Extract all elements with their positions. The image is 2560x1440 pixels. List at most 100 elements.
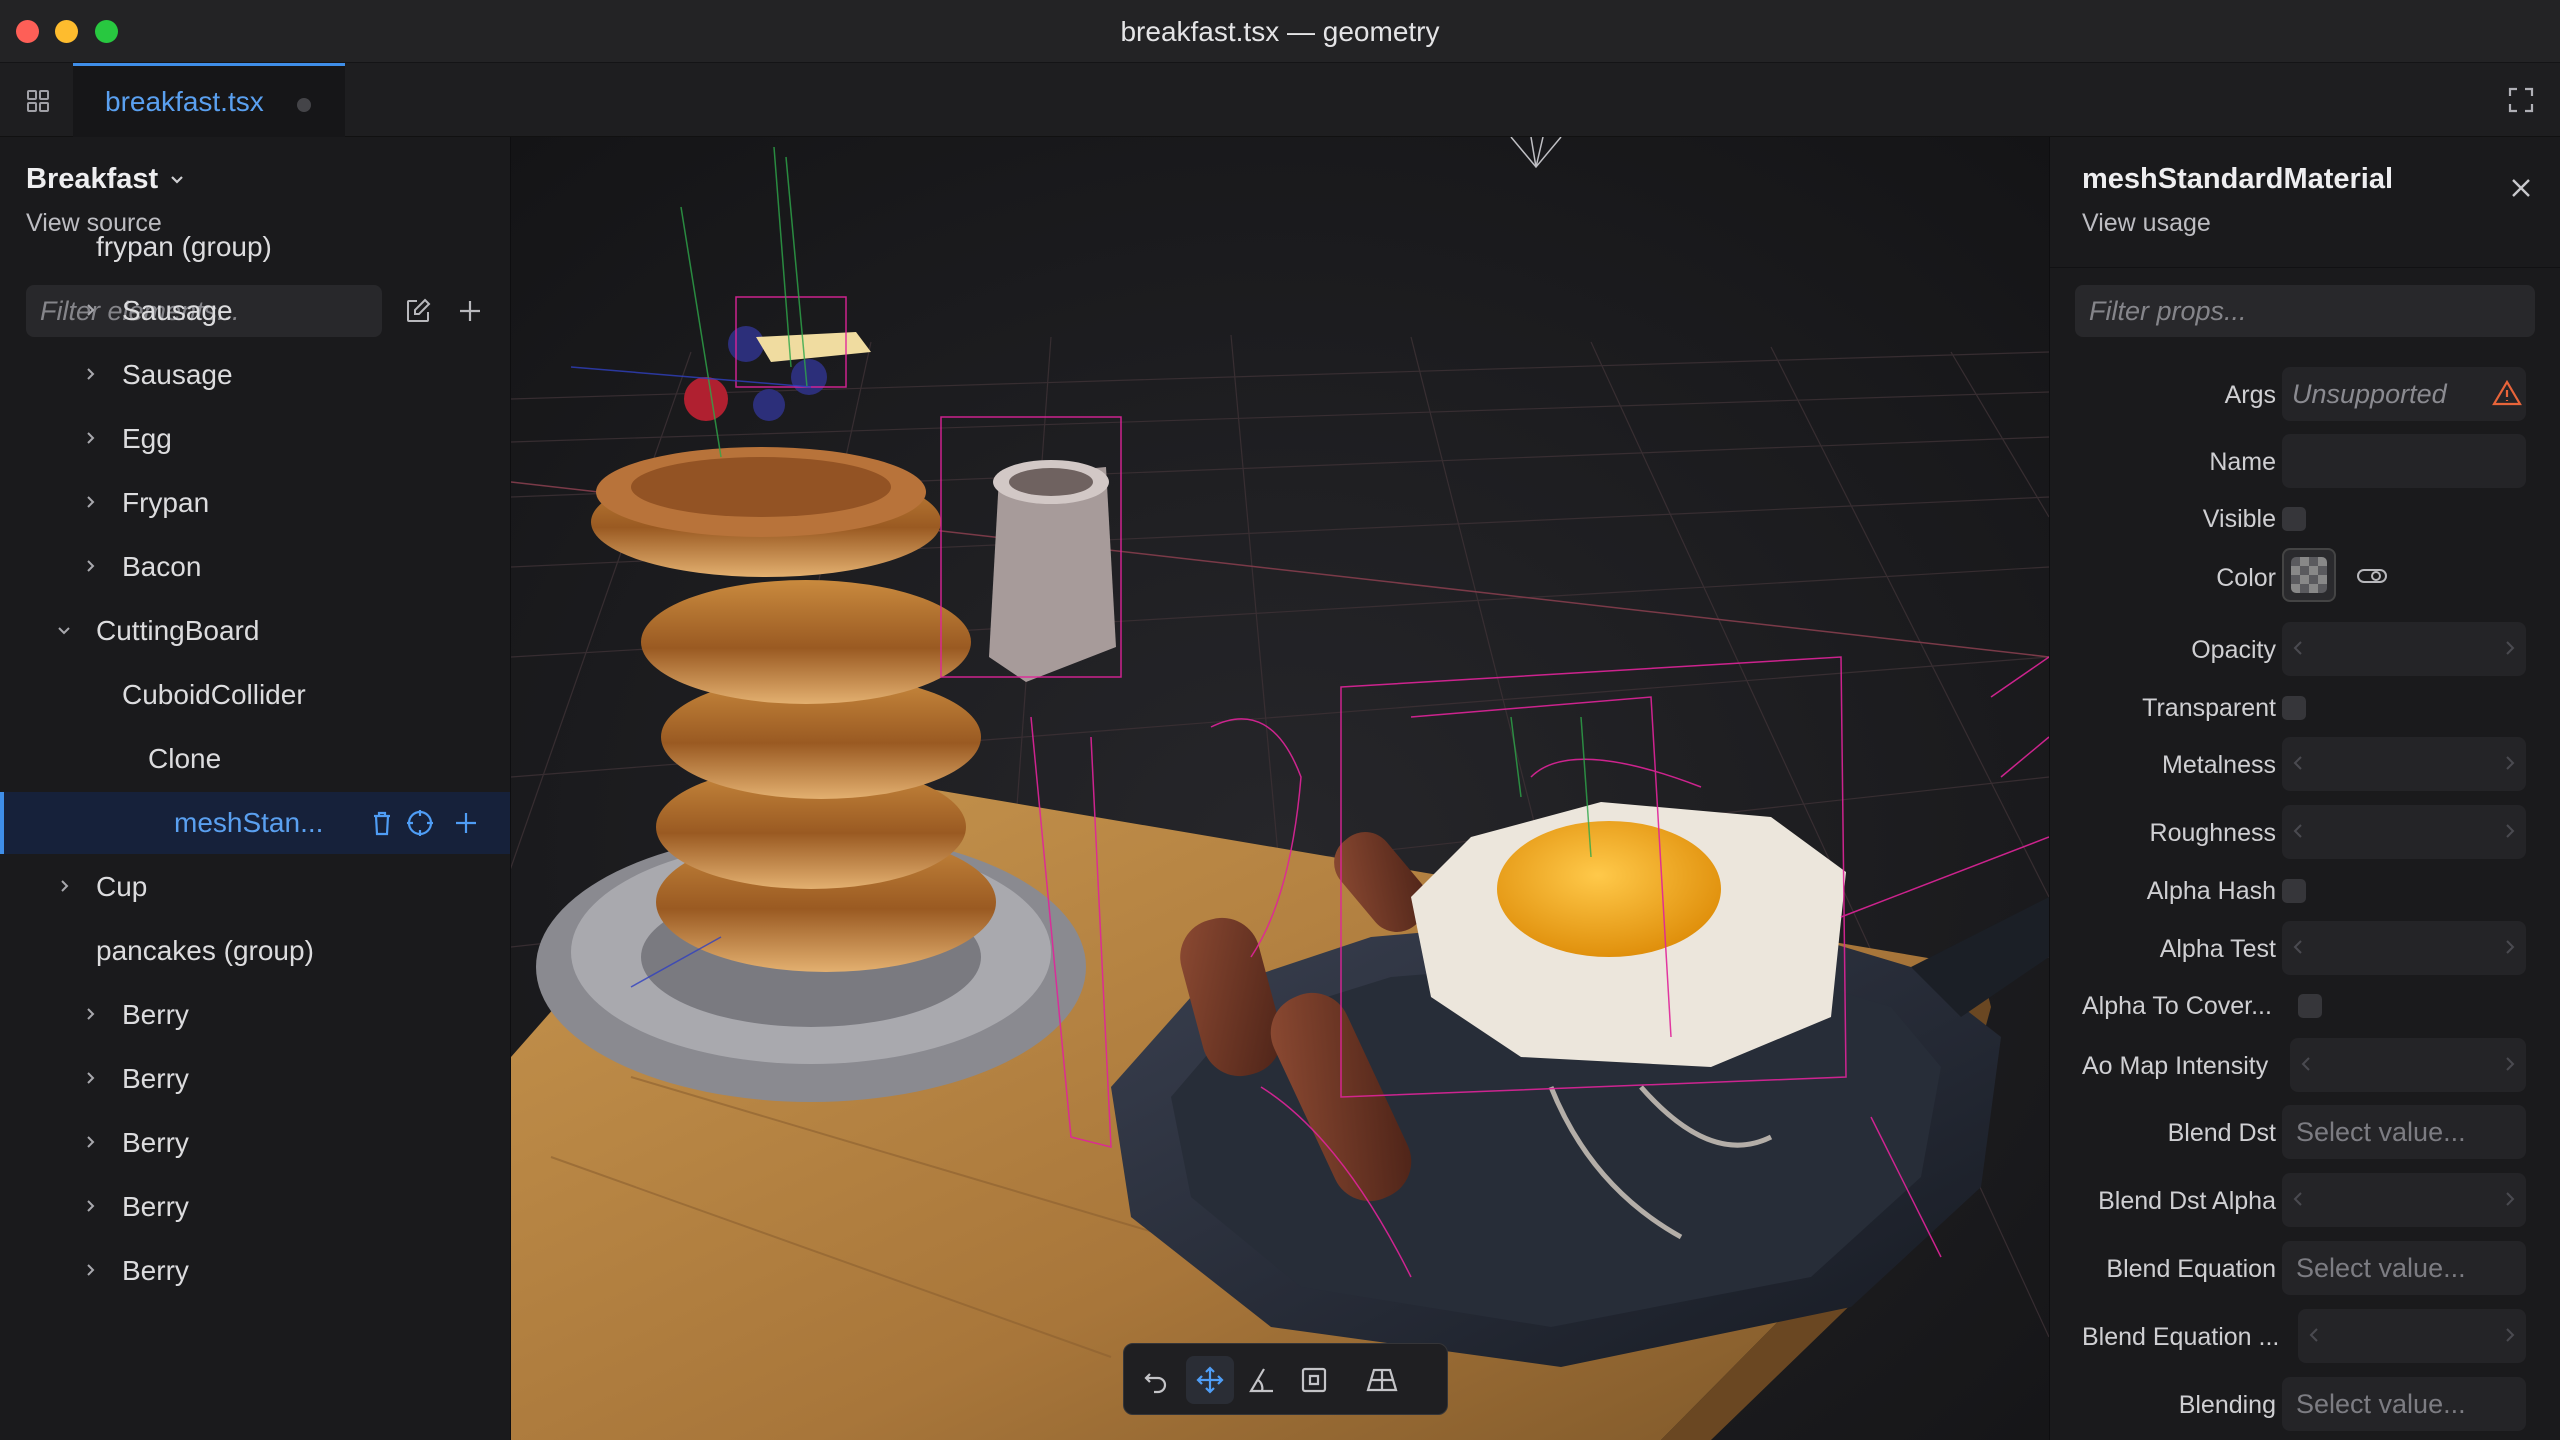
- scale-button[interactable]: [1290, 1356, 1338, 1404]
- tree-item-cuboidcollider[interactable]: CuboidCollider: [0, 664, 510, 726]
- chevron-right-icon[interactable]: [82, 1134, 98, 1150]
- blend-equation-number-input[interactable]: [2298, 1309, 2526, 1363]
- chevron-right-icon[interactable]: [82, 494, 98, 510]
- close-icon[interactable]: [2510, 177, 2532, 199]
- fullscreen-icon[interactable]: [2508, 87, 2534, 113]
- prop-label: Blend Equation: [2106, 1255, 2276, 1283]
- decrement-icon[interactable]: [2300, 1056, 2312, 1072]
- alpha-to-cover-checkbox[interactable]: [2298, 994, 2322, 1018]
- tree-item-egg[interactable]: Egg: [0, 408, 510, 470]
- blending-select[interactable]: Select value...: [2282, 1377, 2526, 1431]
- tab-breakfast-tsx[interactable]: breakfast.tsx: [73, 63, 345, 137]
- tree-item-berry[interactable]: Berry: [0, 1176, 510, 1238]
- increment-icon[interactable]: [2504, 1327, 2516, 1343]
- chevron-down-icon[interactable]: [56, 622, 72, 638]
- tree-item-cup[interactable]: Cup: [0, 856, 510, 918]
- blend-dst-alpha-number-input[interactable]: [2282, 1173, 2526, 1227]
- view-usage-link[interactable]: View usage: [2082, 209, 2211, 238]
- header-divider: [2050, 267, 2560, 268]
- chevron-right-icon[interactable]: [82, 1198, 98, 1214]
- tree-item-bacon[interactable]: Bacon: [0, 536, 510, 598]
- increment-icon[interactable]: [2504, 1056, 2516, 1072]
- alpha-hash-checkbox[interactable]: [2282, 879, 2306, 903]
- tree-item-label: Bacon: [122, 551, 202, 582]
- tree-item-berry[interactable]: Berry: [0, 984, 510, 1046]
- tree-item-frypan[interactable]: Frypan: [0, 472, 510, 534]
- tab-label: breakfast.tsx: [105, 86, 264, 117]
- chevron-right-icon[interactable]: [82, 1262, 98, 1278]
- chevron-right-icon[interactable]: [56, 878, 72, 894]
- chevron-right-icon[interactable]: [82, 1070, 98, 1086]
- target-icon[interactable]: [406, 809, 434, 837]
- tree-item-label: pancakes (group): [96, 935, 314, 966]
- viewport-3d[interactable]: [511, 137, 2049, 1440]
- blend-dst-select[interactable]: Select value...: [2282, 1105, 2526, 1159]
- tree-item-sausage[interactable]: Sausage: [0, 280, 510, 342]
- scene-title[interactable]: Breakfast: [26, 163, 158, 196]
- prop-blending: Blending Select value...: [2050, 1377, 2560, 1433]
- tree-item-label: Berry: [122, 1255, 189, 1286]
- title-bar: breakfast.tsx — geometry: [0, 0, 2560, 63]
- prop-args: Args Unsupported: [2050, 367, 2560, 423]
- tree-item-label: Cup: [96, 871, 148, 902]
- translate-button[interactable]: [1186, 1356, 1234, 1404]
- undo-button[interactable]: [1132, 1356, 1180, 1404]
- chevron-down-icon[interactable]: [168, 171, 186, 189]
- chevron-right-icon[interactable]: [82, 1006, 98, 1022]
- decrement-icon[interactable]: [2292, 755, 2304, 771]
- prop-label: Opacity: [2191, 636, 2276, 664]
- unsupported-text: Unsupported: [2292, 379, 2447, 409]
- grid-plane-button[interactable]: [1356, 1356, 1404, 1404]
- unsaved-dot-icon[interactable]: [297, 98, 311, 112]
- prop-label: Alpha Test: [2159, 935, 2276, 963]
- roughness-number-input[interactable]: [2282, 805, 2526, 859]
- transform-toolbar: [1123, 1343, 1448, 1415]
- chevron-right-icon[interactable]: [82, 366, 98, 382]
- filter-props-input[interactable]: [2075, 285, 2535, 337]
- decrement-icon[interactable]: [2292, 1191, 2304, 1207]
- transparent-checkbox[interactable]: [2282, 696, 2306, 720]
- tree-item-berry[interactable]: Berry: [0, 1240, 510, 1302]
- prop-label: Metalness: [2162, 751, 2276, 779]
- increment-icon[interactable]: [2504, 823, 2516, 839]
- alpha-test-number-input[interactable]: [2282, 921, 2526, 975]
- warning-icon: [2492, 379, 2522, 412]
- metalness-number-input[interactable]: [2282, 737, 2526, 791]
- tree-item-meshstan[interactable]: meshStan...: [0, 792, 510, 854]
- opacity-number-input[interactable]: [2282, 622, 2526, 676]
- trash-icon[interactable]: [368, 809, 396, 837]
- rotate-button[interactable]: [1238, 1356, 1286, 1404]
- tree-item-berry[interactable]: Berry: [0, 1048, 510, 1110]
- tree-item-berry[interactable]: Berry: [0, 1112, 510, 1174]
- decrement-icon[interactable]: [2292, 939, 2304, 955]
- visible-checkbox[interactable]: [2282, 507, 2306, 531]
- tree-item-pancakes-group[interactable]: pancakes (group): [0, 920, 510, 982]
- tree-item-label: Berry: [122, 1191, 189, 1222]
- decrement-icon[interactable]: [2308, 1327, 2320, 1343]
- increment-icon[interactable]: [2504, 755, 2516, 771]
- tree-item-cuttingboard[interactable]: CuttingBoard: [0, 600, 510, 662]
- apps-grid-icon[interactable]: [26, 89, 50, 113]
- color-swatch[interactable]: [2282, 548, 2336, 602]
- prop-label: Alpha Hash: [2146, 877, 2276, 905]
- ao-map-intensity-number-input[interactable]: [2290, 1038, 2526, 1092]
- link-icon[interactable]: [2356, 562, 2388, 590]
- name-text-input[interactable]: [2282, 434, 2526, 488]
- tree-item-sausage[interactable]: Sausage: [0, 344, 510, 406]
- increment-icon[interactable]: [2504, 939, 2516, 955]
- chevron-right-icon[interactable]: [82, 430, 98, 446]
- tree-item-label: Frypan: [122, 487, 210, 518]
- chevron-right-icon[interactable]: [82, 302, 98, 318]
- prop-label: Color: [2216, 564, 2276, 592]
- decrement-icon[interactable]: [2292, 823, 2304, 839]
- tree-item-label: Clone: [148, 743, 222, 774]
- decrement-icon[interactable]: [2292, 640, 2304, 656]
- chevron-right-icon[interactable]: [82, 558, 98, 574]
- increment-icon[interactable]: [2504, 1191, 2516, 1207]
- blend-equation-select[interactable]: Select value...: [2282, 1241, 2526, 1295]
- increment-icon[interactable]: [2504, 640, 2516, 656]
- tree-item-frypan-group[interactable]: frypan (group): [0, 216, 510, 278]
- prop-transparent: Transparent: [2050, 680, 2560, 736]
- tree-item-clone[interactable]: Clone: [0, 728, 510, 790]
- add-child-icon[interactable]: [452, 809, 480, 837]
